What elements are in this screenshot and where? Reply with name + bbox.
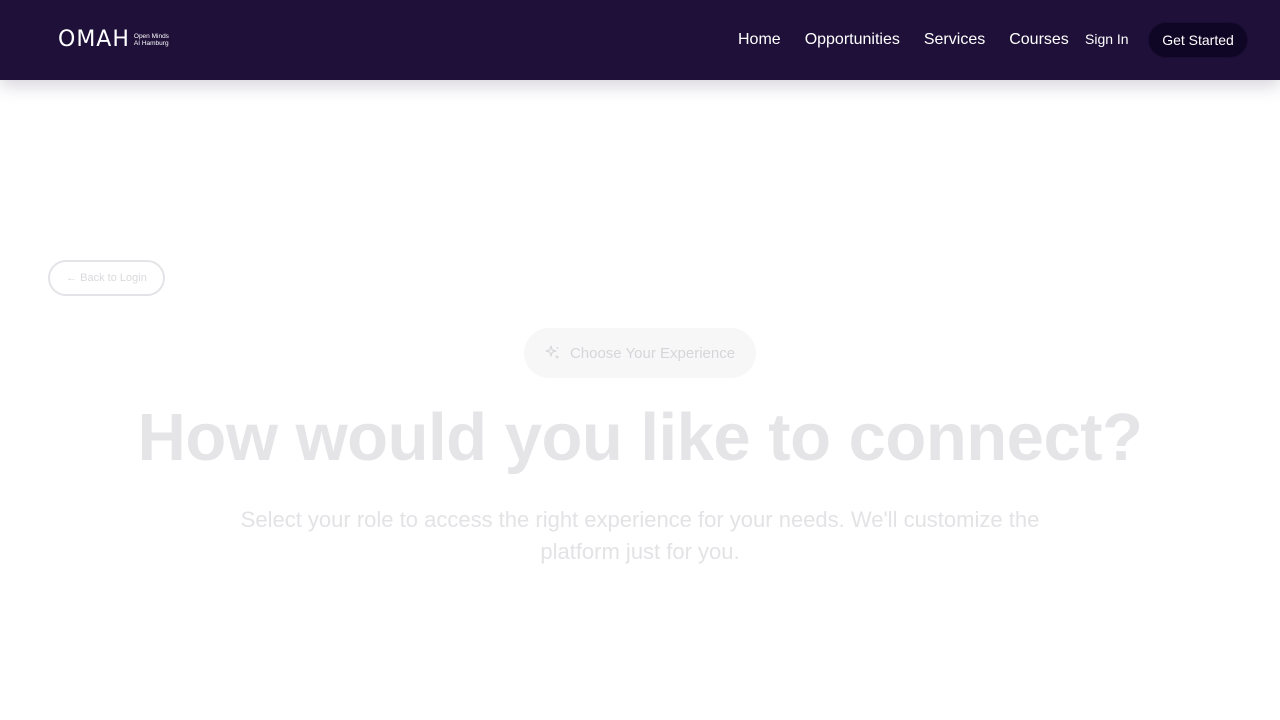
nav-services[interactable]: Services bbox=[924, 31, 985, 49]
logo-wordmark: OMAH bbox=[58, 27, 130, 52]
logo-tagline: Open Minds AI Hamburg bbox=[134, 33, 169, 48]
back-to-login-label: Back to Login bbox=[80, 272, 147, 284]
top-navbar: OMAH Open Minds AI Hamburg Home Opportun… bbox=[0, 0, 1280, 80]
sparkle-icon bbox=[545, 345, 561, 361]
arrow-left-icon: ← bbox=[66, 272, 78, 284]
choose-experience-label: Choose Your Experience bbox=[569, 344, 736, 362]
main-nav: Home Opportunities Services Courses bbox=[738, 0, 1069, 80]
logo-tagline-line1: Open Minds bbox=[133, 32, 169, 40]
nav-opportunities[interactable]: Opportunities bbox=[805, 31, 900, 49]
get-started-button[interactable]: Get Started bbox=[1148, 22, 1248, 58]
nav-courses[interactable]: Courses bbox=[1009, 31, 1069, 49]
nav-home[interactable]: Home bbox=[738, 31, 781, 49]
page-subtitle: Select your role to access the right exp… bbox=[240, 507, 1040, 564]
page-headline: How would you like to connect? bbox=[137, 400, 1143, 475]
back-to-login-button[interactable]: ← Back to Login bbox=[48, 260, 165, 296]
sign-in-link[interactable]: Sign In bbox=[1085, 31, 1129, 47]
choose-experience-badge: Choose Your Experience bbox=[524, 328, 756, 378]
logo-tagline-line2: AI Hamburg bbox=[133, 40, 169, 47]
omah-logo[interactable]: OMAH Open Minds AI Hamburg bbox=[58, 28, 169, 52]
